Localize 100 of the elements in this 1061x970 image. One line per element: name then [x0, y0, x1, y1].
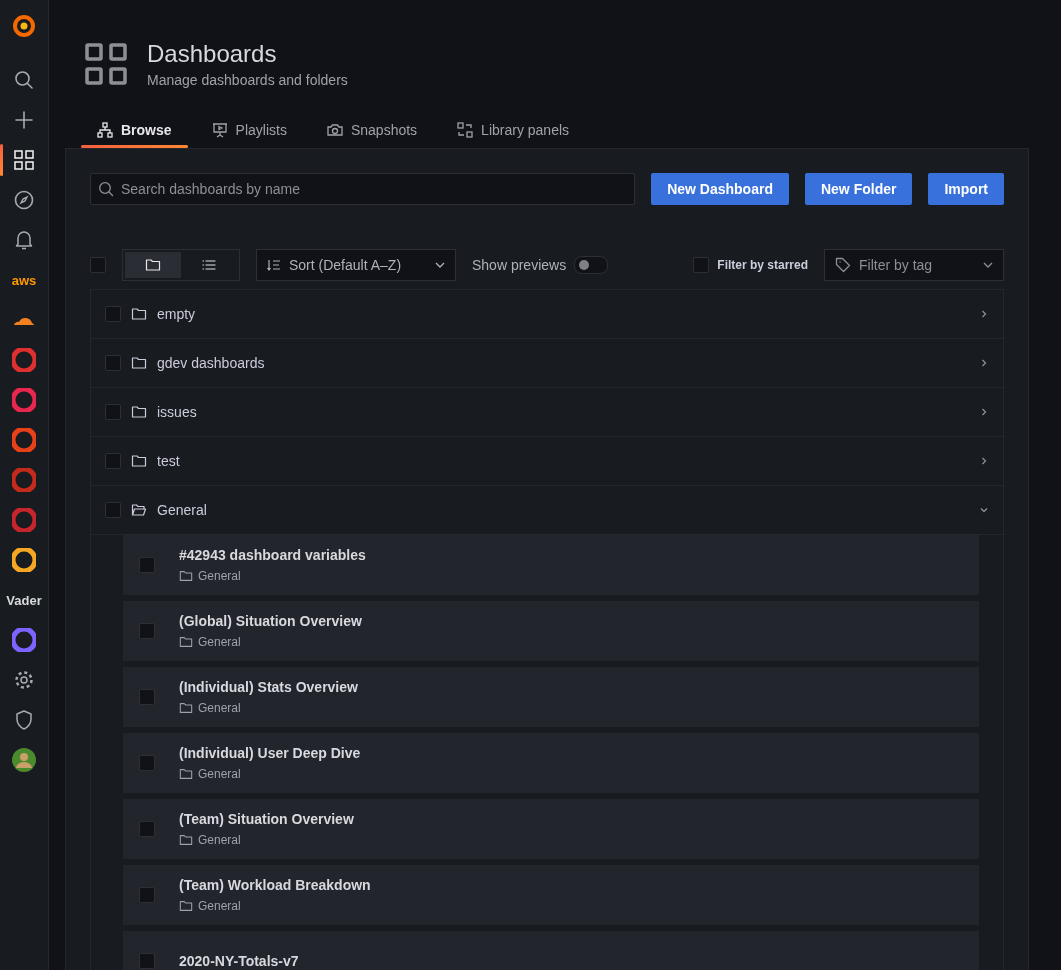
folder-checkbox[interactable]: [105, 502, 121, 518]
folder-icon: [179, 701, 193, 715]
dashboard-title: (Team) Situation Overview: [179, 811, 354, 827]
tab[interactable]: Snapshots: [310, 114, 434, 148]
app-icon[interactable]: [12, 628, 36, 652]
folder-icon: [131, 404, 147, 420]
view-mode-button[interactable]: [125, 252, 181, 278]
app-icon[interactable]: [12, 348, 36, 372]
dashboard-row[interactable]: (Individual) Stats Overview General: [123, 667, 979, 727]
list-icon: [202, 259, 216, 271]
folder-icon: [131, 453, 147, 469]
app-icon[interactable]: [12, 428, 36, 452]
page-subtitle: Manage dashboards and folders: [147, 72, 348, 88]
caret-icon: [983, 262, 993, 268]
app-icon[interactable]: [12, 388, 36, 412]
open-folder-icon: [131, 502, 147, 518]
compass-icon[interactable]: [14, 190, 34, 210]
dashboard-folder: General: [198, 569, 241, 583]
dashboards-icon[interactable]: [14, 150, 34, 170]
tag-filter-dropdown[interactable]: Filter by tag: [824, 249, 1004, 281]
sort-icon: [267, 259, 281, 271]
action-button[interactable]: New Dashboard: [651, 173, 789, 205]
dashboard-checkbox[interactable]: [139, 689, 155, 705]
search-icon[interactable]: [14, 70, 34, 90]
dashboards-icon: [85, 43, 127, 85]
chevron-down-icon[interactable]: [979, 505, 989, 515]
folder-icon: [179, 899, 193, 913]
folder-row[interactable]: test: [91, 437, 1003, 486]
folder-name: test: [157, 453, 181, 469]
dashboard-row[interactable]: (Individual) User Deep Dive General: [123, 733, 979, 793]
show-previews-label: Show previews: [472, 257, 567, 273]
folder-checkbox[interactable]: [105, 453, 121, 469]
page-title: Dashboards: [147, 40, 278, 68]
folder-checkbox[interactable]: [105, 355, 121, 371]
folder-name: General: [157, 502, 208, 518]
app-logo[interactable]: Vader: [6, 592, 42, 608]
dashboard-checkbox[interactable]: [139, 557, 155, 573]
folder-row[interactable]: gdev dashboards: [91, 339, 1003, 388]
folder-icon: [179, 833, 193, 847]
shield-icon[interactable]: [15, 710, 33, 730]
folder-row[interactable]: empty: [91, 290, 1003, 339]
chevron-right-icon[interactable]: [979, 456, 989, 466]
folder-icon: [131, 355, 147, 371]
dashboard-checkbox[interactable]: [139, 623, 155, 639]
dashboard-folder: General: [198, 833, 241, 847]
tab[interactable]: Playlists: [195, 114, 303, 148]
bell-icon[interactable]: [15, 230, 33, 250]
camera-icon: [326, 122, 343, 138]
dashboard-title: #42943 dashboard variables: [179, 547, 366, 563]
dashboard-row[interactable]: #42943 dashboard variables General: [123, 535, 979, 595]
sitemap-icon: [97, 122, 113, 138]
starred-checkbox[interactable]: [693, 257, 710, 273]
dashboard-title: (Individual) Stats Overview: [179, 679, 358, 695]
folder-icon: [179, 635, 193, 649]
folder-name: gdev dashboards: [157, 355, 266, 371]
dashboard-row[interactable]: 2020-NY-Totals-v7: [123, 931, 979, 970]
folder-icon: [131, 306, 147, 322]
chevron-right-icon[interactable]: [979, 358, 989, 368]
folder-icon: [179, 569, 193, 583]
dashboard-folder: General: [198, 635, 241, 649]
caret-icon: [435, 262, 445, 268]
select-all-checkbox[interactable]: [90, 257, 106, 273]
action-button[interactable]: Import: [928, 173, 1004, 205]
app-logo[interactable]: aws: [11, 272, 37, 288]
folder-checkbox[interactable]: [105, 306, 121, 322]
sort-dropdown[interactable]: Sort (Default A–Z): [256, 249, 456, 281]
dashboard-folder: General: [198, 701, 241, 715]
folder-icon: [179, 767, 193, 781]
presentation-icon: [211, 122, 228, 138]
app-icon[interactable]: [12, 548, 36, 572]
chevron-right-icon[interactable]: [979, 407, 989, 417]
logo-icon[interactable]: [11, 13, 37, 39]
dashboard-row[interactable]: (Global) Situation Overview General: [123, 601, 979, 661]
dashboard-checkbox[interactable]: [139, 821, 155, 837]
dashboard-row[interactable]: (Team) Situation Overview General: [123, 799, 979, 859]
action-button[interactable]: New Folder: [804, 173, 913, 205]
library-panels-icon: [457, 122, 474, 138]
tab[interactable]: Library panels: [441, 114, 586, 148]
dashboard-checkbox[interactable]: [139, 755, 155, 771]
folder-name: issues: [157, 404, 198, 420]
starred-label: Filter by starred: [717, 258, 808, 272]
dashboard-checkbox[interactable]: [139, 887, 155, 903]
plus-icon[interactable]: [15, 111, 33, 129]
show-previews-switch[interactable]: [574, 256, 609, 274]
settings-icon[interactable]: [14, 670, 34, 690]
dashboard-title: 2020-NY-Totals-v7: [179, 953, 299, 969]
dashboard-title: (Team) Workload Breakdown: [179, 877, 371, 893]
dashboard-folder: General: [198, 767, 241, 781]
search-field[interactable]: Search dashboards by name: [90, 173, 636, 205]
folder-icon: [145, 257, 161, 273]
chevron-right-icon[interactable]: [979, 309, 989, 319]
folder-checkbox[interactable]: [105, 404, 121, 420]
tab[interactable]: Browse: [81, 114, 188, 148]
dashboard-row[interactable]: (Team) Workload Breakdown General: [123, 865, 979, 925]
folder-name: empty: [157, 306, 197, 322]
folder-row[interactable]: issues: [91, 388, 1003, 437]
avatar-icon[interactable]: [12, 748, 36, 772]
dashboard-checkbox[interactable]: [139, 953, 155, 969]
dashboard-folder: General: [198, 899, 241, 913]
dashboard-title: (Individual) User Deep Dive: [179, 745, 361, 761]
